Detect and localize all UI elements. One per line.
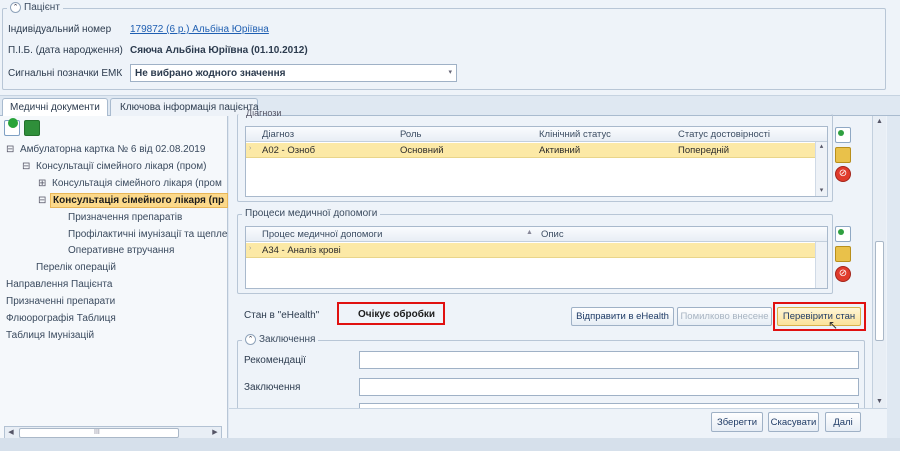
tree-item-immunization-table[interactable]: Таблиця Імунізацій	[6, 330, 94, 341]
send-to-ehealth-button[interactable]: Відправити в eHealth	[571, 307, 674, 326]
tree-item-consultation-1[interactable]: Консультація сімейного лікаря (пром	[52, 178, 222, 189]
tree-item-consultation-selected[interactable]: Консультація сімейного лікаря (пр	[53, 195, 224, 206]
patient-section-title: Пацієнт	[24, 2, 60, 13]
collapse-icon[interactable]: ⌃	[245, 334, 256, 345]
scroll-grip-icon: III	[94, 429, 100, 436]
tree-item-ambulatory-card[interactable]: Амбулаторна картка № 6 від 02.08.2019	[20, 144, 205, 155]
scroll-down-icon[interactable]: ▼	[873, 396, 886, 408]
tree-expander-icon[interactable]: ⊟	[6, 144, 14, 155]
tree-item-consultations[interactable]: Консультації сімейного лікаря (пром)	[36, 161, 207, 172]
conclusion-label: Заключення	[244, 382, 301, 393]
patient-section-header[interactable]: ⌃ Пацієнт	[7, 2, 63, 13]
row-indicator-icon: ›	[249, 145, 252, 152]
left-panel: ⊟ Амбулаторна картка № 6 від 02.08.2019 …	[0, 116, 228, 451]
patient-id-link[interactable]: 179872 (6 р.) Альбіна Юріївна	[130, 24, 269, 35]
tab-key-info-label: Ключова інформація пацієнта	[120, 102, 259, 113]
diagnoses-title: Діагнози	[246, 108, 282, 118]
column-header[interactable]: Статус достовірності	[678, 129, 770, 140]
signal-marks-value: Не вибрано жодного значення	[135, 68, 286, 79]
id-label: Індивідуальний номер	[8, 24, 112, 35]
clinical-status-cell: Активний	[539, 145, 581, 156]
conclusion-section-header[interactable]: ⌃ Заключення	[242, 334, 319, 345]
tree-item-immunizations[interactable]: Профілактичні імунізації та щепле	[68, 229, 227, 240]
processes-grid[interactable]: Процес медичної допомоги ▲ Опис › А34 - …	[245, 226, 828, 289]
recommendations-field[interactable]	[359, 351, 859, 369]
window-bottom-border	[0, 438, 900, 451]
tree-expander-icon[interactable]: ⊟	[22, 161, 30, 172]
row-indicator-icon: ›	[249, 245, 252, 252]
sort-asc-icon[interactable]: ▲	[526, 229, 533, 236]
next-button[interactable]: Далі	[825, 412, 861, 432]
patient-name-value: Сяюча Альбіна Юріївна (01.10.2012)	[130, 45, 308, 56]
tab-key-info[interactable]: Ключова інформація пацієнта	[110, 98, 259, 116]
role-cell: Основний	[400, 145, 444, 156]
processes-grid-header: Процес медичної допомоги ▲ Опис	[246, 227, 827, 242]
content-scroll-thumb[interactable]	[875, 241, 884, 341]
diagnosis-cell: А02 - Озноб	[262, 145, 316, 156]
tab-medical-documents[interactable]: Медичні документи	[2, 98, 108, 117]
processes-title: Процеси медичної допомоги	[245, 208, 378, 219]
tree-expander-icon[interactable]: ⊞	[38, 178, 46, 189]
column-header[interactable]: Опис	[541, 229, 564, 240]
tree-expander-icon[interactable]: ⊟	[38, 195, 46, 206]
edit-diagnosis-icon[interactable]	[835, 147, 851, 163]
table-row[interactable]: › А34 - Аналіз крові	[246, 243, 816, 258]
delete-process-icon[interactable]: ⊘	[835, 266, 851, 282]
signal-marks-dropdown[interactable]: Не вибрано жодного значення ▾	[130, 64, 457, 82]
tree-item-operations-list[interactable]: Перелік операцій	[36, 262, 116, 273]
column-header[interactable]: Процес медичної допомоги	[262, 229, 382, 240]
processes-header: Процеси медичної допомоги	[242, 208, 381, 219]
processes-vertical-scrollbar[interactable]	[815, 242, 827, 288]
dropdown-arrow-icon[interactable]: ▾	[448, 68, 452, 76]
column-header[interactable]: Діагноз	[262, 129, 294, 140]
patient-panel: ⌃ Пацієнт Індивідуальний номер 179872 (6…	[0, 0, 900, 96]
ehealth-status-label: Стан в "eHealth"	[244, 310, 320, 321]
name-label: П.І.Б. (дата народження)	[8, 45, 123, 56]
tree-item-prescribed-drugs[interactable]: Призначенні препарати	[6, 296, 115, 307]
cancel-button[interactable]: Скасувати	[768, 412, 819, 432]
save-button[interactable]: Зберегти	[711, 412, 763, 432]
signal-marks-label: Сигнальні позначки ЕМК	[8, 68, 123, 79]
add-document-icon[interactable]	[4, 118, 20, 136]
ehealth-status-value: Очікує обробки	[358, 309, 436, 320]
tab-medical-documents-label: Медичні документи	[10, 102, 100, 113]
tree-item-surgery[interactable]: Оперативне втручання	[68, 245, 174, 256]
scroll-up-icon[interactable]: ▲	[873, 116, 886, 128]
column-header[interactable]: Клінічний статус	[539, 129, 611, 140]
diagnoses-vertical-scrollbar[interactable]: ▴ ▾	[815, 142, 827, 196]
tree-scroll-thumb[interactable]: III	[19, 428, 179, 438]
add-diagnosis-icon[interactable]	[835, 127, 851, 143]
process-cell: А34 - Аналіз крові	[262, 245, 341, 256]
recommendations-label: Рекомендації	[244, 355, 306, 366]
export-excel-icon[interactable]	[24, 120, 40, 136]
collapse-icon[interactable]: ⌃	[10, 2, 21, 13]
entered-in-error-button[interactable]: Помилково внесене	[677, 307, 772, 326]
tree-item-fluorography[interactable]: Флюорографія Таблиця	[6, 313, 116, 324]
verification-status-cell: Попередній	[678, 145, 730, 156]
scroll-down-icon[interactable]: ▾	[816, 186, 827, 196]
column-header[interactable]: Роль	[400, 129, 422, 140]
diagnoses-grid[interactable]: Діагноз Роль Клінічний статус Статус дос…	[245, 126, 828, 197]
conclusion-title: Заключення	[259, 334, 316, 345]
scroll-up-icon[interactable]: ▴	[816, 142, 827, 152]
add-process-icon[interactable]	[835, 226, 851, 242]
table-row[interactable]: › А02 - Озноб Основний Активний Попередн…	[246, 143, 816, 158]
edit-process-icon[interactable]	[835, 246, 851, 262]
content-vertical-scrollbar[interactable]: ▲ ▼	[872, 116, 886, 408]
check-status-highlight-box	[773, 302, 866, 331]
tree-item-referrals[interactable]: Направлення Пацієнта	[6, 279, 112, 290]
conclusion-field[interactable]	[359, 378, 859, 396]
cursor-icon: ↖	[828, 318, 839, 332]
tree-item-drug-prescriptions[interactable]: Призначення препаратів	[68, 212, 182, 223]
delete-diagnosis-icon[interactable]: ⊘	[835, 166, 851, 182]
diagnoses-grid-header: Діагноз Роль Клінічний статус Статус дос…	[246, 127, 827, 142]
